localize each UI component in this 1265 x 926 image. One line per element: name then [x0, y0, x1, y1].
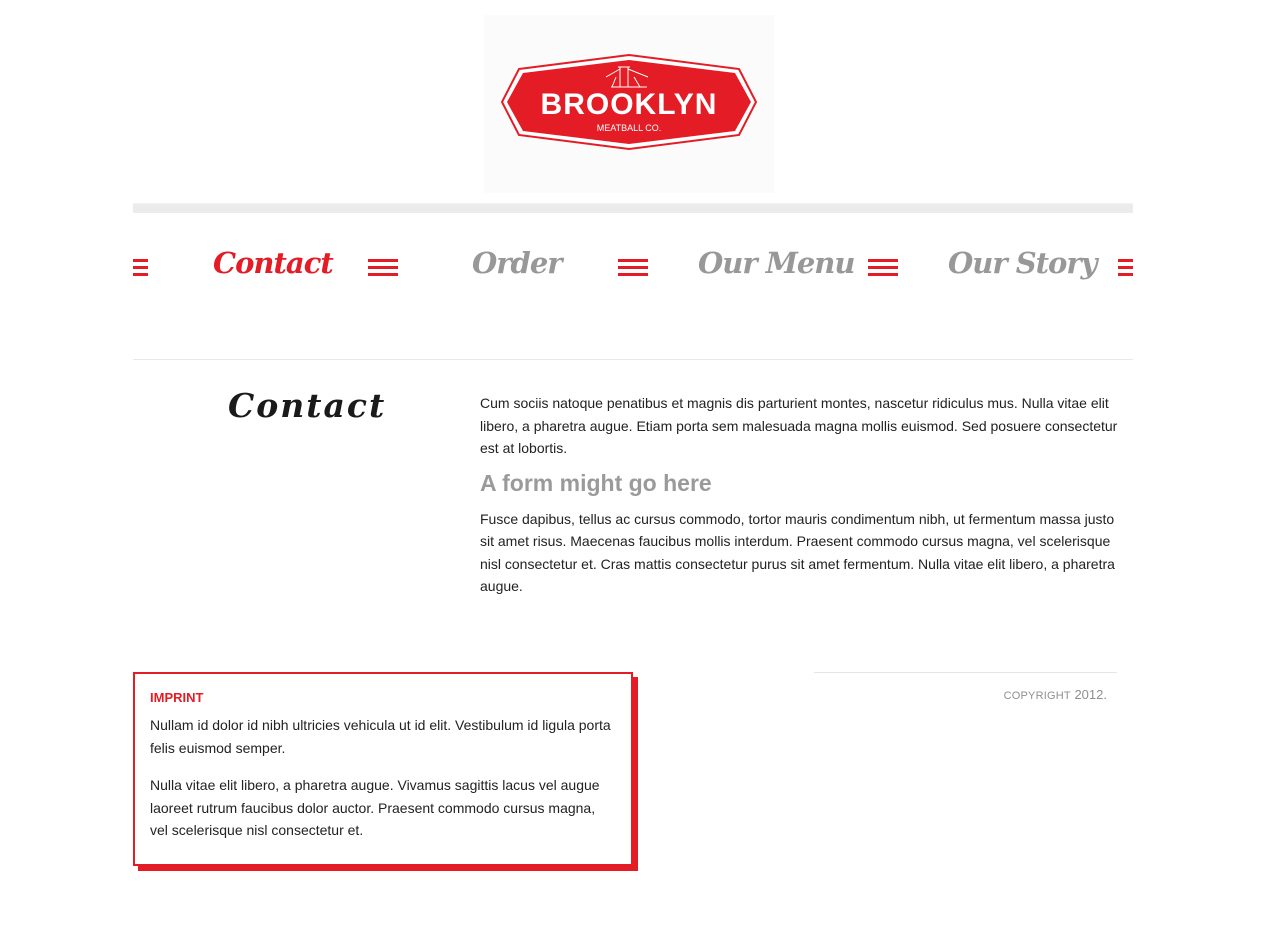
hamburger-lines-icon [618, 259, 648, 277]
imprint-box: IMPRINT Nullam id dolor id nibh ultricie… [133, 672, 633, 866]
copyright-notice: COPYRIGHT 2012. [814, 687, 1107, 702]
intro-paragraph: Cum sociis natoque penatibus et magnis d… [480, 395, 1118, 456]
brooklyn-logo-badge: BROOKLYN MEATBALL CO. [500, 53, 758, 151]
hamburger-lines-icon [133, 259, 148, 277]
logo-wordmark: BROOKLYN [541, 88, 718, 121]
site-logo[interactable]: BROOKLYN MEATBALL CO. [484, 15, 774, 193]
nav-item-order[interactable]: Order [472, 246, 563, 280]
hamburger-lines-icon [368, 259, 398, 277]
copyright-label: COPYRIGHT [1003, 690, 1071, 702]
copyright-year: 2012. [1074, 687, 1107, 702]
page-title: Contact [228, 386, 387, 425]
content-divider [133, 359, 1133, 360]
logo-tagline: MEATBALL CO. [597, 123, 662, 133]
body-paragraph: Fusce dapibus, tellus ac cursus commodo,… [480, 510, 1115, 595]
main-navigation: Contact Order Our Menu Our Story [133, 240, 1133, 296]
imprint-paragraph: Nulla vitae elit libero, a pharetra augu… [150, 777, 600, 838]
hamburger-lines-icon [1118, 259, 1133, 277]
nav-item-our-story[interactable]: Our Story [948, 246, 1098, 280]
nav-item-our-menu[interactable]: Our Menu [698, 246, 855, 280]
hamburger-lines-icon [868, 259, 898, 277]
footer-divider [814, 672, 1117, 673]
header-divider [133, 203, 1133, 213]
page-wrapper: BROOKLYN MEATBALL CO. Contact Order Our … [133, 0, 1133, 926]
nav-item-contact[interactable]: Contact [213, 246, 334, 280]
imprint-title: IMPRINT [150, 690, 204, 705]
form-placeholder-heading: A form might go here [480, 469, 712, 496]
imprint-paragraph: Nullam id dolor id nibh ultricies vehicu… [150, 717, 611, 756]
main-content: Cum sociis natoque penatibus et magnis d… [480, 392, 1125, 598]
